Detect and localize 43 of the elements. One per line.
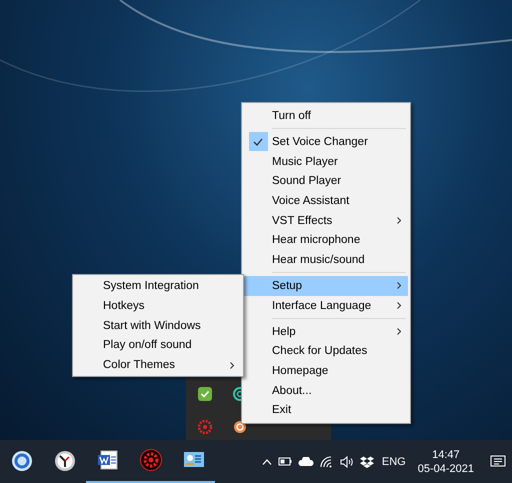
chevron-right-icon [230, 362, 234, 369]
menu-item[interactable]: Voice Assistant [244, 191, 408, 211]
menu-item[interactable]: VST Effects [244, 210, 408, 230]
chevron-right-icon [397, 217, 401, 224]
battery-icon[interactable] [278, 457, 292, 466]
menu-item[interactable]: Setup [244, 276, 408, 296]
menu-item[interactable]: Music Player [244, 152, 408, 172]
menu-item[interactable]: Color Themes [75, 355, 241, 375]
menu-item[interactable]: Play on/off sound [75, 336, 241, 356]
speaker-icon[interactable] [340, 456, 354, 468]
check-icon [253, 138, 263, 146]
menu-item[interactable]: Check for Updates [244, 341, 408, 362]
dropbox-icon[interactable] [360, 456, 374, 468]
clock-date: 05-04-2021 [418, 462, 474, 476]
notification-icon[interactable] [490, 454, 506, 468]
document-icon[interactable] [96, 448, 118, 470]
menu-item[interactable]: Homepage [244, 361, 408, 381]
menu-item[interactable]: Hear microphone [244, 230, 408, 250]
clock-time: 14:47 [432, 448, 460, 462]
menu-item[interactable]: Set Voice Changer [244, 132, 408, 152]
menu-item[interactable]: Start with Windows [75, 316, 241, 336]
wifi-icon[interactable] [320, 456, 334, 468]
language-indicator[interactable]: ENG [382, 456, 406, 468]
chevron-right-icon [397, 302, 401, 310]
cloud-icon[interactable] [298, 457, 314, 466]
clock-icon[interactable] [54, 450, 76, 472]
menu-item[interactable]: Hotkeys [75, 296, 241, 316]
chevron-right-icon [397, 282, 401, 290]
menu-item[interactable]: Sound Player [244, 171, 408, 192]
clock[interactable]: 14:47 05-04-2021 [418, 448, 474, 476]
menu-item[interactable]: System Integration [75, 276, 241, 296]
menu-item[interactable]: About... [244, 380, 408, 400]
chevron-up-icon[interactable] [262, 458, 272, 464]
shield-check-icon[interactable] [198, 387, 212, 401]
menu-item[interactable]: Hear music/sound [244, 250, 408, 270]
menu-item[interactable]: Interface Language [244, 296, 408, 316]
gear-icon[interactable] [140, 448, 162, 470]
menu-item[interactable]: Turn off [244, 106, 408, 126]
menu-item[interactable]: Exit [244, 400, 408, 420]
ring-icon[interactable] [10, 450, 32, 472]
menu-item[interactable]: Help [244, 322, 408, 342]
chevron-right-icon [397, 328, 401, 336]
gear-icon[interactable] [198, 420, 212, 434]
